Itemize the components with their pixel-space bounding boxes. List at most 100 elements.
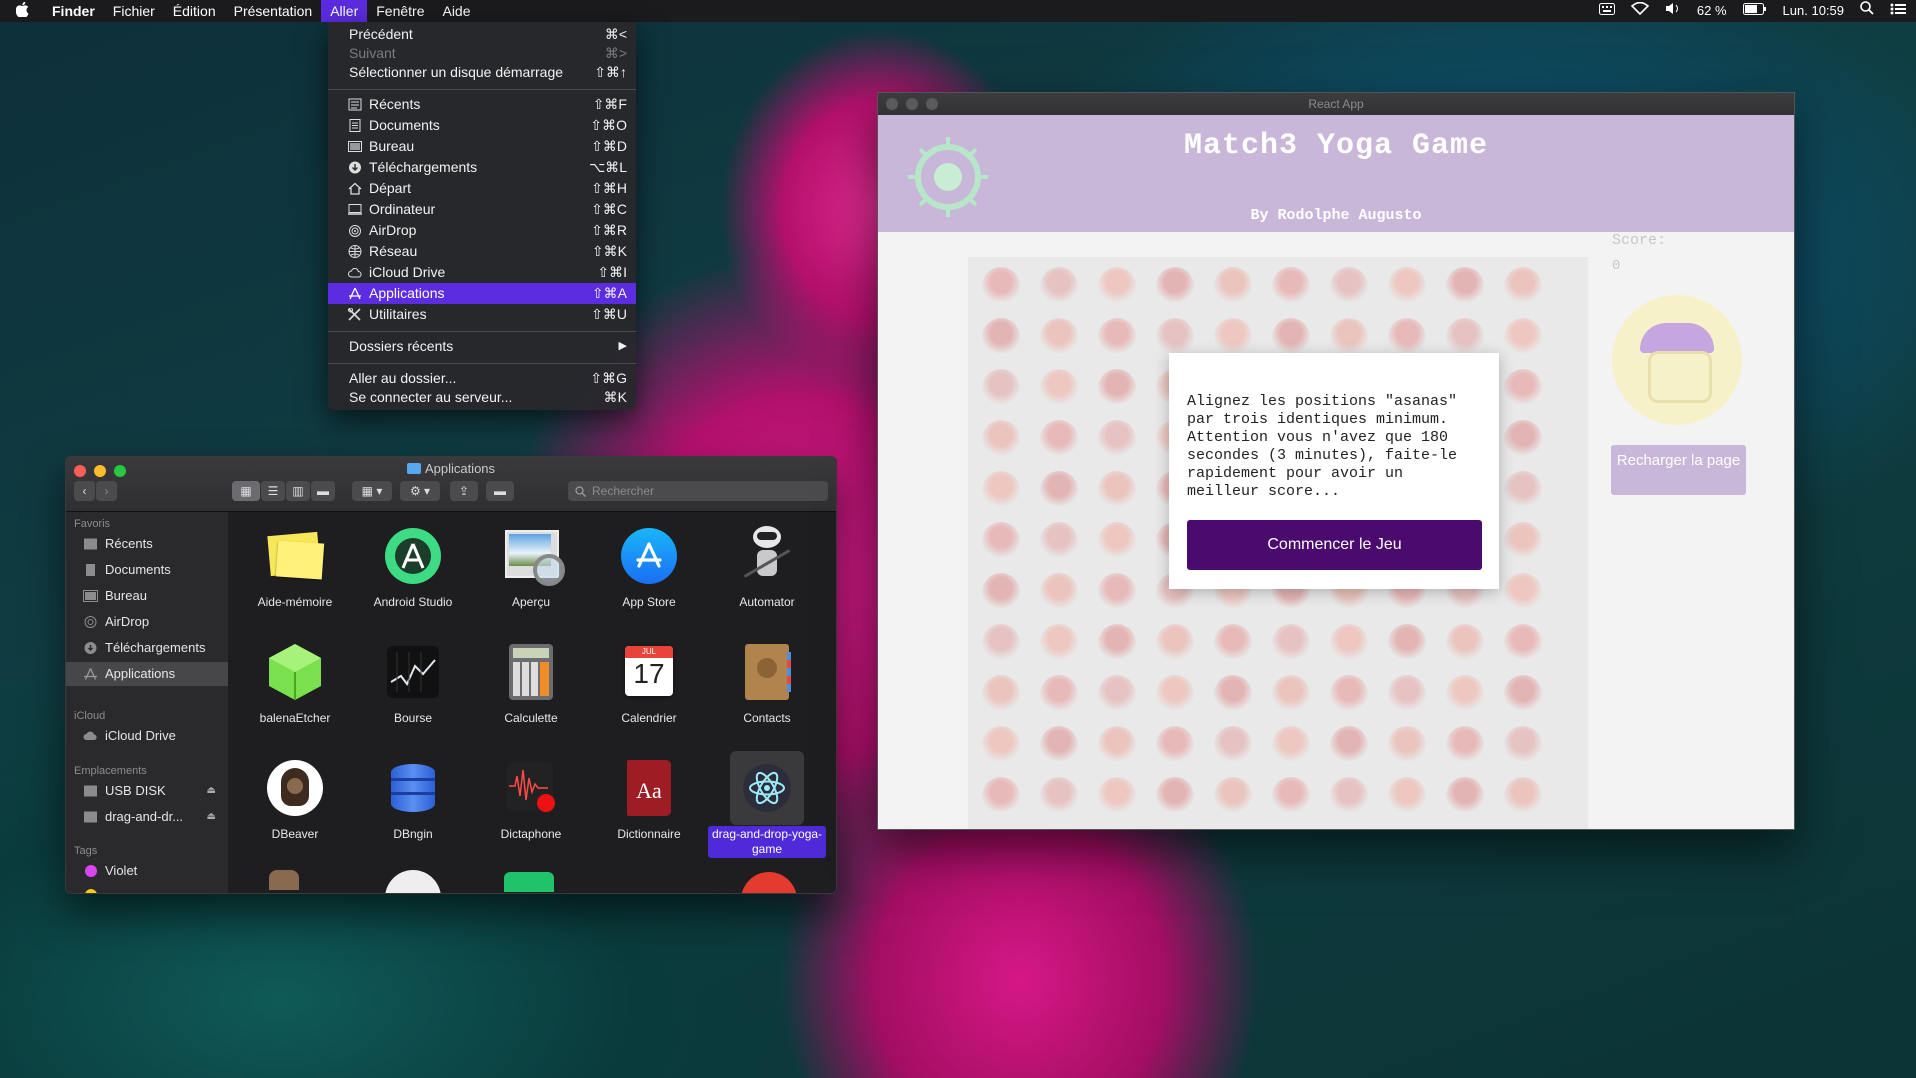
app-contacts[interactable]: Contacts	[708, 640, 826, 727]
notification-center-icon[interactable]	[1890, 0, 1906, 22]
yoga-tile[interactable]	[1040, 624, 1078, 662]
gallery-view-button[interactable]: ▬	[311, 481, 335, 501]
action-gear-button[interactable]: ⚙ ▾	[400, 481, 440, 501]
sidebar-item-documents[interactable]: Documents	[66, 558, 228, 582]
yoga-tile[interactable]	[1040, 777, 1078, 815]
keyboard-icon[interactable]	[1598, 0, 1615, 22]
yoga-tile[interactable]	[1504, 267, 1542, 305]
menu-item-connect-server[interactable]: Se connecter au serveur... ⌘K	[328, 387, 636, 408]
wifi-icon[interactable]	[1630, 0, 1650, 22]
yoga-tile[interactable]	[1504, 573, 1542, 611]
yoga-tile[interactable]	[1388, 267, 1426, 305]
menu-item-precedent[interactable]: Précédent ⌘<	[328, 24, 636, 45]
menu-item-bureau[interactable]: Bureau ⇧⌘D	[328, 136, 636, 157]
yoga-tile[interactable]	[1040, 675, 1078, 713]
yoga-tile[interactable]	[1504, 777, 1542, 815]
menu-item-applications[interactable]: Applications ⇧⌘A	[328, 283, 636, 304]
back-button[interactable]: ‹	[74, 481, 95, 501]
sidebar-item-telechargements[interactable]: Téléchargements	[66, 636, 228, 660]
battery-icon[interactable]	[1742, 0, 1767, 22]
yoga-tile[interactable]	[1272, 726, 1310, 764]
yoga-tile[interactable]	[1272, 777, 1310, 815]
yoga-tile[interactable]	[1214, 267, 1252, 305]
yoga-tile[interactable]	[1446, 777, 1484, 815]
yoga-tile[interactable]	[1098, 522, 1136, 560]
yoga-tile[interactable]	[1214, 318, 1252, 356]
yoga-tile[interactable]	[1098, 675, 1136, 713]
yoga-tile[interactable]	[1272, 318, 1310, 356]
yoga-tile[interactable]	[1098, 777, 1136, 815]
yoga-tile[interactable]	[1156, 267, 1194, 305]
yoga-tile[interactable]	[1504, 522, 1542, 560]
yoga-tile[interactable]	[1214, 675, 1252, 713]
menu-item-utilitaires[interactable]: Utilitaires ⇧⌘U	[328, 304, 636, 325]
menu-aide[interactable]: Aide	[433, 0, 479, 22]
menu-item-ordinateur[interactable]: Ordinateur ⇧⌘C	[328, 199, 636, 220]
yoga-tile[interactable]	[1388, 777, 1426, 815]
yoga-tile[interactable]	[1040, 522, 1078, 560]
menu-fichier[interactable]: Fichier	[104, 0, 164, 22]
yoga-tile[interactable]	[1446, 318, 1484, 356]
app-aide-memoire[interactable]: Aide-mémoire	[236, 524, 354, 611]
app-dictionnaire[interactable]: Aa Dictionnaire	[590, 756, 708, 843]
yoga-tile[interactable]	[1156, 624, 1194, 662]
yoga-tile[interactable]	[1330, 777, 1368, 815]
app-automator[interactable]: Automator	[708, 524, 826, 611]
yoga-tile[interactable]	[1330, 675, 1368, 713]
yoga-tile[interactable]	[1388, 726, 1426, 764]
yoga-tile[interactable]	[1040, 267, 1078, 305]
yoga-tile[interactable]	[982, 624, 1020, 662]
icon-view-button[interactable]: ▦	[232, 481, 260, 501]
menu-item-recents[interactable]: Récents ⇧⌘F	[328, 94, 636, 115]
app-calendrier[interactable]: JUL 17 Calendrier	[590, 640, 708, 727]
yoga-tile[interactable]	[1446, 675, 1484, 713]
yoga-tile[interactable]	[1388, 675, 1426, 713]
app-dbeaver[interactable]: DBeaver	[236, 756, 354, 843]
yoga-tile[interactable]	[982, 573, 1020, 611]
yoga-tile[interactable]	[1330, 726, 1368, 764]
app-drag-and-drop-yoga-game[interactable]: drag-and-drop-yoga-game	[708, 751, 826, 858]
sidebar-item-recents[interactable]: Récents	[66, 532, 228, 556]
column-view-button[interactable]: ▥	[286, 481, 310, 501]
sidebar-item-drag-and-drop[interactable]: drag-and-dr... ⏏	[66, 805, 228, 829]
yoga-tile[interactable]	[1330, 318, 1368, 356]
sidebar-item-tag-partial[interactable]	[66, 883, 228, 893]
yoga-tile[interactable]	[1504, 369, 1542, 407]
app-dictaphone[interactable]: Dictaphone	[472, 756, 590, 843]
yoga-tile[interactable]	[1504, 624, 1542, 662]
yoga-tile[interactable]	[982, 318, 1020, 356]
yoga-tile[interactable]	[982, 369, 1020, 407]
yoga-tile[interactable]	[1272, 624, 1310, 662]
menu-item-startup-disk[interactable]: Sélectionner un disque démarrage ⇧⌘↑	[328, 62, 636, 83]
forward-button[interactable]: ›	[96, 481, 117, 501]
yoga-tile[interactable]	[982, 675, 1020, 713]
eject-icon[interactable]: ⏏	[207, 805, 216, 829]
yoga-tile[interactable]	[1040, 573, 1078, 611]
yoga-tile[interactable]	[982, 267, 1020, 305]
yoga-tile[interactable]	[1156, 777, 1194, 815]
yoga-tile[interactable]	[1214, 777, 1252, 815]
sidebar-item-applications[interactable]: Applications	[66, 662, 228, 686]
sidebar-item-tag-violet[interactable]: Violet	[66, 859, 228, 883]
yoga-tile[interactable]	[1040, 420, 1078, 458]
menu-edition[interactable]: Édition	[164, 0, 225, 22]
app-android-studio[interactable]: Android Studio	[354, 524, 472, 611]
yoga-tile[interactable]	[982, 420, 1020, 458]
yoga-tile[interactable]	[1040, 369, 1078, 407]
yoga-tile[interactable]	[982, 522, 1020, 560]
yoga-tile[interactable]	[1446, 624, 1484, 662]
menu-item-icloud-drive[interactable]: iCloud Drive ⇧⌘I	[328, 262, 636, 283]
menu-aller[interactable]: Aller	[321, 0, 368, 22]
yoga-tile[interactable]	[1504, 471, 1542, 509]
yoga-tile[interactable]	[1214, 726, 1252, 764]
sidebar-item-bureau[interactable]: Bureau	[66, 584, 228, 608]
yoga-tile[interactable]	[1040, 726, 1078, 764]
yoga-tile[interactable]	[1156, 726, 1194, 764]
menu-fenetre[interactable]: Fenêtre	[367, 0, 433, 22]
yoga-tile[interactable]	[1098, 573, 1136, 611]
group-button[interactable]: ▦ ▾	[352, 481, 392, 501]
yoga-tile[interactable]	[1156, 318, 1194, 356]
menu-item-go-to-folder[interactable]: Aller au dossier... ⇧⌘G	[328, 368, 636, 389]
clock[interactable]: Lun. 10:59	[1783, 0, 1844, 22]
yoga-tile[interactable]	[1504, 318, 1542, 356]
